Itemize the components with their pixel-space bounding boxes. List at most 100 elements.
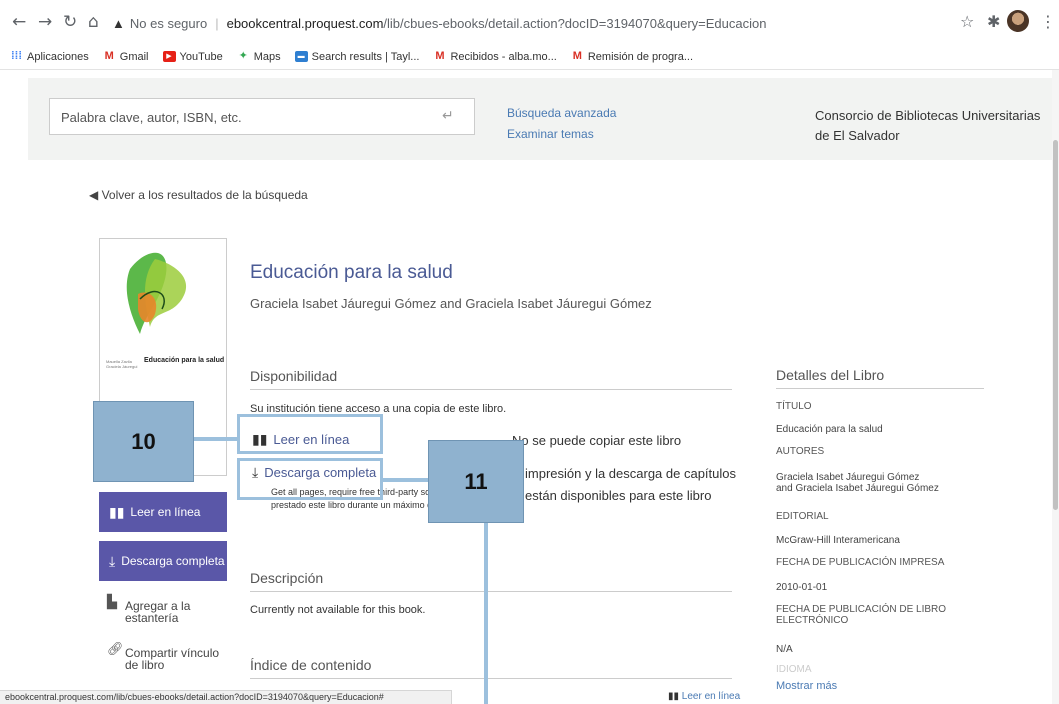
availability-heading: Disponibilidad bbox=[250, 368, 732, 390]
scrollbar-thumb[interactable] bbox=[1053, 140, 1058, 510]
back-arrow-icon: ◀ bbox=[89, 188, 99, 202]
bookmark-label: Aplicaciones bbox=[27, 50, 89, 63]
gmail-icon: M bbox=[104, 50, 114, 62]
bookmark-search-results[interactable]: ▬ Search results | Tayl... bbox=[294, 50, 420, 63]
detail-language-label: IDIOMA bbox=[776, 664, 812, 675]
detail-title-value: Educación para la salud bbox=[776, 424, 883, 435]
bookmark-maps[interactable]: ✦ Maps bbox=[237, 51, 281, 63]
no-copy-text: No se puede copiar este libro bbox=[512, 433, 682, 448]
toc-read-online-link[interactable]: ▮▮ Leer en línea bbox=[668, 691, 740, 702]
highlight-full-download bbox=[237, 458, 383, 500]
detail-print-date-label: FECHA DE PUBLICACIÓN IMPRESA bbox=[776, 557, 945, 568]
gmail-icon: M bbox=[572, 50, 582, 62]
book-title: Educación para la salud bbox=[250, 262, 453, 283]
warning-icon: ▲ bbox=[112, 15, 125, 31]
book-icon: ▮▮ bbox=[668, 691, 680, 702]
detail-author: and Graciela Isabet Jáuregui Gómez bbox=[776, 483, 939, 494]
gmail-icon: M bbox=[435, 50, 445, 62]
sidebar-read-online-label: Leer en línea bbox=[130, 505, 201, 519]
forward-arrow-icon[interactable]: → bbox=[38, 12, 52, 32]
url-path: /lib/cbues-ebooks/detail.action?docID=31… bbox=[383, 15, 767, 31]
bookmarks-bar: ⁞⁞⁞ Aplicaciones M Gmail ▶ YouTube ✦ Map… bbox=[0, 44, 1059, 70]
institution-name: Consorcio de Bibliotecas Universitarias … bbox=[815, 108, 1041, 143]
back-to-results-link[interactable]: ◀ Volver a los resultados de la búsqueda bbox=[89, 188, 308, 202]
bookmark-apps[interactable]: ⁞⁞⁞ Aplicaciones bbox=[10, 51, 89, 63]
address-separator: | bbox=[215, 15, 219, 31]
share-link-label: Compartir vínculo de libro bbox=[125, 646, 220, 672]
book-authors: Graciela Isabet Jáuregui Gómez and Graci… bbox=[250, 296, 652, 311]
bookmark-recibidos[interactable]: M Recibidos - alba.mo... bbox=[433, 51, 556, 63]
step-11-connector bbox=[484, 523, 488, 704]
share-link[interactable]: 🔗︎ Compartir vínculo de libro bbox=[107, 641, 227, 671]
detail-print-date-value: 2010-01-01 bbox=[776, 582, 828, 593]
security-label: No es seguro bbox=[129, 15, 208, 31]
address-bar[interactable]: ▲ No es seguro | ebookcentral.proquest.c… bbox=[112, 9, 1002, 37]
bookmark-label: Search results | Tayl... bbox=[311, 50, 420, 63]
show-more-link[interactable]: Mostrar más bbox=[776, 680, 837, 692]
profile-avatar[interactable] bbox=[1007, 10, 1029, 32]
detail-authors-label: AUTORES bbox=[776, 446, 825, 457]
print-note: impresión y la descarga de capítulos est… bbox=[525, 463, 736, 507]
add-to-shelf-link[interactable]: ▙ Agregar a la estantería bbox=[107, 594, 227, 624]
detail-authors-value: Graciela Isabet Jáuregui Gómez and Graci… bbox=[776, 472, 939, 494]
bookmark-youtube[interactable]: ▶ YouTube bbox=[162, 50, 223, 63]
shelf-add-icon: ▙ bbox=[107, 594, 117, 609]
enter-arrow-icon[interactable]: ↵ bbox=[442, 107, 454, 124]
search-input[interactable]: Palabra clave, autor, ISBN, etc. ↵ bbox=[49, 98, 475, 135]
bookmark-label: Gmail bbox=[119, 50, 149, 63]
description-heading: Descripción bbox=[250, 570, 732, 592]
toc-read-online-label: Leer en línea bbox=[681, 691, 741, 702]
reload-icon[interactable]: ↻ bbox=[63, 12, 77, 32]
url-host: ebookcentral.proquest.com bbox=[226, 15, 384, 31]
star-icon[interactable]: ☆ bbox=[960, 12, 974, 32]
back-label: Volver a los resultados de la búsqueda bbox=[101, 188, 308, 202]
advanced-search-link[interactable]: Búsqueda avanzada bbox=[507, 106, 616, 120]
toc-heading: Índice de contenido bbox=[250, 657, 732, 679]
book-icon: ▮▮ bbox=[109, 503, 125, 520]
sidebar-read-online-button[interactable]: ▮▮ Leer en línea bbox=[99, 492, 227, 532]
bookmark-gmail[interactable]: M Gmail bbox=[103, 51, 149, 63]
menu-icon[interactable]: ⋮ bbox=[1040, 12, 1056, 32]
detail-author: Graciela Isabet Jáuregui Gómez bbox=[776, 472, 920, 483]
page-scrollbar[interactable] bbox=[1052, 70, 1059, 704]
highlight-read-online bbox=[237, 414, 383, 454]
home-icon[interactable]: ⌂ bbox=[88, 12, 99, 32]
print-note-line: impresión y la descarga de capítulos bbox=[525, 466, 737, 481]
sidebar-download-label: Descarga completa bbox=[121, 554, 225, 568]
browse-topics-link[interactable]: Examinar temas bbox=[507, 127, 594, 141]
bookmark-remision[interactable]: M Remisión de progra... bbox=[571, 51, 693, 63]
status-bar-url: ebookcentral.proquest.com/lib/cbues-eboo… bbox=[0, 690, 452, 704]
detail-ebook-date-label: FECHA DE PUBLICACIÓN DE LIBRO ELECTRÓNIC… bbox=[776, 604, 947, 626]
step-11-arrow bbox=[383, 478, 428, 482]
detail-ebook-date-value: N/A bbox=[776, 644, 793, 655]
link-icon: 🔗︎ bbox=[107, 641, 124, 656]
back-arrow-icon[interactable]: ← bbox=[12, 12, 26, 32]
description-text: Currently not available for this book. bbox=[250, 604, 426, 616]
bookmark-label: Remisión de progra... bbox=[587, 50, 694, 63]
bookmark-label: Recibidos - alba.mo... bbox=[450, 50, 557, 63]
search-placeholder: Palabra clave, autor, ISBN, etc. bbox=[61, 110, 242, 125]
book-details-heading: Detalles del Libro bbox=[776, 367, 984, 389]
extensions-icon[interactable]: ✱ bbox=[987, 12, 1000, 32]
step-11-callout: 11 bbox=[428, 440, 524, 523]
apps-grid-icon: ⁞⁞⁞ bbox=[11, 50, 22, 62]
youtube-icon: ▶ bbox=[162, 51, 176, 62]
print-note-line: están disponibles para este libro bbox=[525, 488, 712, 503]
browser-toolbar: ← → ↻ ⌂ ▲ No es seguro | ebookcentral.pr… bbox=[0, 0, 1059, 44]
search-results-icon: ▬ bbox=[294, 51, 308, 62]
maps-icon: ✦ bbox=[238, 50, 248, 62]
sidebar-download-button[interactable]: ⤓ Descarga completa bbox=[99, 541, 227, 581]
bookmark-label: YouTube bbox=[179, 50, 223, 63]
step-10-callout: 10 bbox=[93, 401, 194, 482]
step-10-arrow bbox=[194, 437, 237, 441]
download-icon: ⤓ bbox=[109, 552, 116, 569]
cover-title: Educación para la salud bbox=[144, 357, 225, 364]
download-note-line: prestado este libro durante un máximo de bbox=[271, 500, 438, 510]
bookmark-label: Maps bbox=[253, 50, 281, 63]
cover-authors: Mauella Zavila Graciela Jáuregui bbox=[106, 359, 138, 369]
add-to-shelf-label: Agregar a la estantería bbox=[125, 599, 191, 625]
cover-art bbox=[126, 252, 187, 334]
detail-publisher-label: EDITORIAL bbox=[776, 511, 829, 522]
detail-title-label: TÍTULO bbox=[776, 401, 812, 412]
detail-publisher-value: McGraw-Hill Interamericana bbox=[776, 535, 900, 546]
